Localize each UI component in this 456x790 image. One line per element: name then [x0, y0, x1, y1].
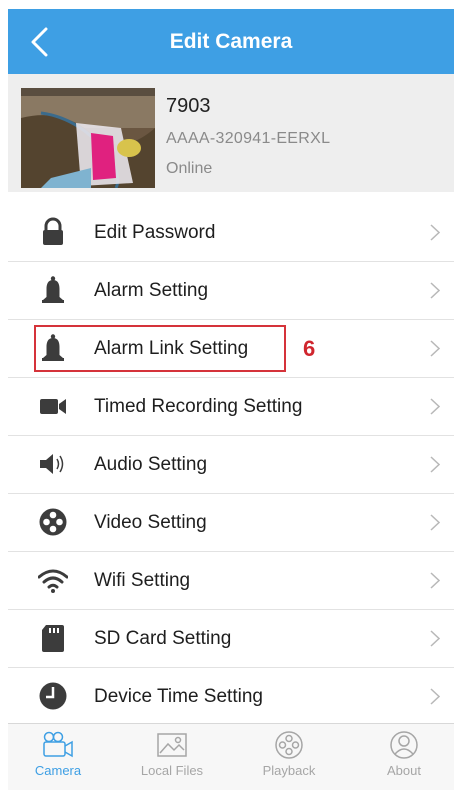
- tab-about[interactable]: About: [354, 724, 454, 790]
- chevron-right-icon: [430, 282, 440, 299]
- menu-item-label: SD Card Setting: [94, 628, 232, 649]
- chevron-right-icon: [430, 572, 440, 589]
- menu-item-video-setting[interactable]: Video Setting: [8, 494, 454, 552]
- tab-local-files[interactable]: Local Files: [122, 724, 222, 790]
- chevron-right-icon: [430, 688, 440, 705]
- chevron-right-icon: [430, 340, 440, 357]
- playback-reel-icon: [275, 731, 303, 759]
- lock-icon: [43, 217, 63, 245]
- camera-id: AAAA-320941-EERXL: [166, 130, 331, 147]
- clock-icon: [39, 682, 67, 710]
- user-icon: [390, 731, 418, 759]
- chevron-right-icon: [430, 514, 440, 531]
- chevron-right-icon: [430, 630, 440, 647]
- image-icon: [157, 733, 187, 757]
- step-number-annotation: 6: [303, 336, 316, 361]
- menu-item-sd-card-setting[interactable]: SD Card Setting: [8, 610, 454, 668]
- chevron-right-icon: [430, 456, 440, 473]
- menu-item-label: Device Time Setting: [94, 686, 263, 707]
- tab-label: Local Files: [140, 763, 204, 778]
- film-reel-icon: [39, 508, 67, 536]
- video-camera-icon: [40, 399, 66, 414]
- menu-item-device-time-setting[interactable]: Device Time Setting: [8, 668, 454, 725]
- menu-item-label: Alarm Setting: [94, 280, 209, 301]
- settings-menu: Edit Password Alarm Setting Alarm Link S…: [8, 204, 454, 725]
- menu-item-label: Alarm Link Setting: [94, 338, 249, 359]
- camera-name: 7903: [166, 95, 211, 117]
- sd-card-icon: [42, 625, 64, 652]
- camera-card[interactable]: 7903 AAAA-320941-EERXL Online: [8, 74, 454, 192]
- menu-item-label: Video Setting: [94, 512, 207, 533]
- tab-playback[interactable]: Playback: [239, 724, 339, 790]
- menu-item-label: Timed Recording Setting: [94, 396, 303, 417]
- tab-label: Playback: [262, 763, 316, 778]
- tab-label: About: [387, 763, 421, 778]
- camera-status: Online: [166, 160, 213, 177]
- menu-item-edit-password[interactable]: Edit Password: [8, 204, 454, 262]
- menu-item-alarm-link-setting[interactable]: Alarm Link Setting 6: [8, 320, 454, 378]
- chevron-right-icon: [430, 224, 440, 241]
- menu-item-label: Audio Setting: [94, 454, 208, 475]
- tab-camera[interactable]: Camera: [8, 724, 108, 790]
- chevron-right-icon: [430, 398, 440, 415]
- menu-item-timed-recording-setting[interactable]: Timed Recording Setting: [8, 378, 454, 436]
- menu-item-wifi-setting[interactable]: Wifi Setting: [8, 552, 454, 610]
- speaker-icon: [40, 454, 64, 474]
- bell-icon: [42, 334, 64, 361]
- bell-icon: [42, 276, 64, 303]
- menu-item-audio-setting[interactable]: Audio Setting: [8, 436, 454, 494]
- camera-thumbnail: [21, 88, 155, 188]
- nav-header: Edit Camera: [8, 9, 454, 74]
- page-title: Edit Camera: [169, 30, 293, 53]
- wifi-icon: [38, 569, 68, 593]
- camera-icon: [43, 731, 73, 758]
- menu-item-label: Wifi Setting: [94, 570, 191, 591]
- menu-item-alarm-setting[interactable]: Alarm Setting: [8, 262, 454, 320]
- menu-item-label: Edit Password: [94, 222, 216, 243]
- tab-bar: Camera Local Files Playback About: [8, 723, 454, 790]
- tab-label: Camera: [34, 763, 82, 778]
